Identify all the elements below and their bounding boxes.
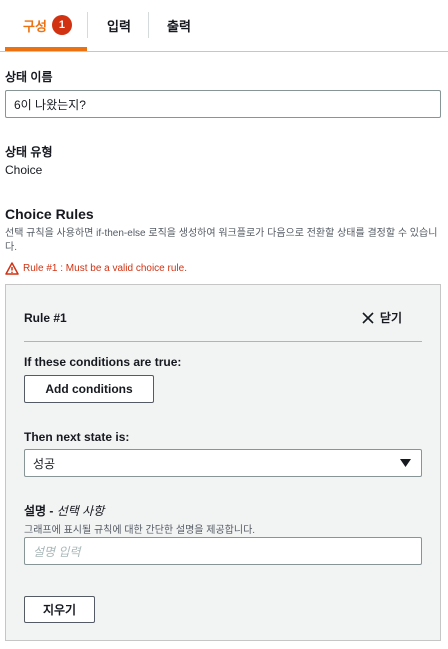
tab-output-label: 출력 — [167, 18, 191, 34]
state-type-value: Choice — [5, 163, 43, 177]
rule-title: Rule #1 — [24, 311, 67, 325]
validation-error-text: Rule #1 : Must be a valid choice rule. — [23, 263, 187, 274]
conditions-label: If these conditions are true: — [24, 355, 182, 369]
next-state-label: Then next state is: — [24, 430, 130, 444]
state-name-input[interactable]: 6이 나왔는지? — [5, 90, 441, 118]
warning-icon — [5, 262, 19, 275]
tab-config-label: 구성 — [23, 18, 47, 34]
tab-config[interactable]: 구성 1 — [23, 12, 72, 38]
comment-hint: 그래프에 표시될 규칙에 대한 간단한 설명을 제공합니다. — [24, 525, 256, 536]
comment-optional-text: 선택 사항 — [56, 504, 105, 518]
add-conditions-button[interactable]: Add conditions — [24, 375, 154, 403]
tab-input-label: 입력 — [107, 18, 131, 34]
next-state-select[interactable]: 성공 — [24, 449, 422, 477]
comment-label-text: 설명 - — [24, 504, 57, 518]
rule-divider — [24, 341, 422, 342]
choice-rules-description: 선택 규칙을 사용하면 if-then-else 로직을 생성하여 워크플로가 … — [5, 228, 438, 253]
state-name-label: 상태 이름 — [5, 70, 53, 84]
tab-output[interactable]: 출력 — [167, 12, 191, 38]
tab-divider — [148, 12, 149, 38]
close-rule-label: 닫기 — [379, 311, 402, 325]
validation-error: Rule #1 : Must be a valid choice rule. — [5, 262, 187, 275]
comment-label: 설명 - 선택 사항 — [24, 502, 104, 519]
choice-rules-title: Choice Rules — [5, 206, 94, 222]
active-tab-indicator — [5, 47, 87, 51]
error-count-badge: 1 — [51, 15, 72, 35]
comment-input[interactable]: 설명 입력 — [24, 537, 422, 565]
next-state-value: 성공 — [33, 456, 56, 471]
tab-divider — [87, 12, 88, 38]
caret-down-icon — [400, 459, 411, 467]
state-type-label: 상태 유형 — [5, 145, 53, 159]
rule-panel: Rule #1 닫기 If these conditions are true:… — [5, 284, 441, 641]
clear-button[interactable]: 지우기 — [24, 596, 95, 623]
close-icon — [362, 311, 374, 324]
tab-input[interactable]: 입력 — [107, 12, 131, 38]
tab-bar: 구성 1 입력 출력 — [0, 0, 448, 52]
close-rule-button[interactable]: 닫기 — [362, 309, 402, 326]
